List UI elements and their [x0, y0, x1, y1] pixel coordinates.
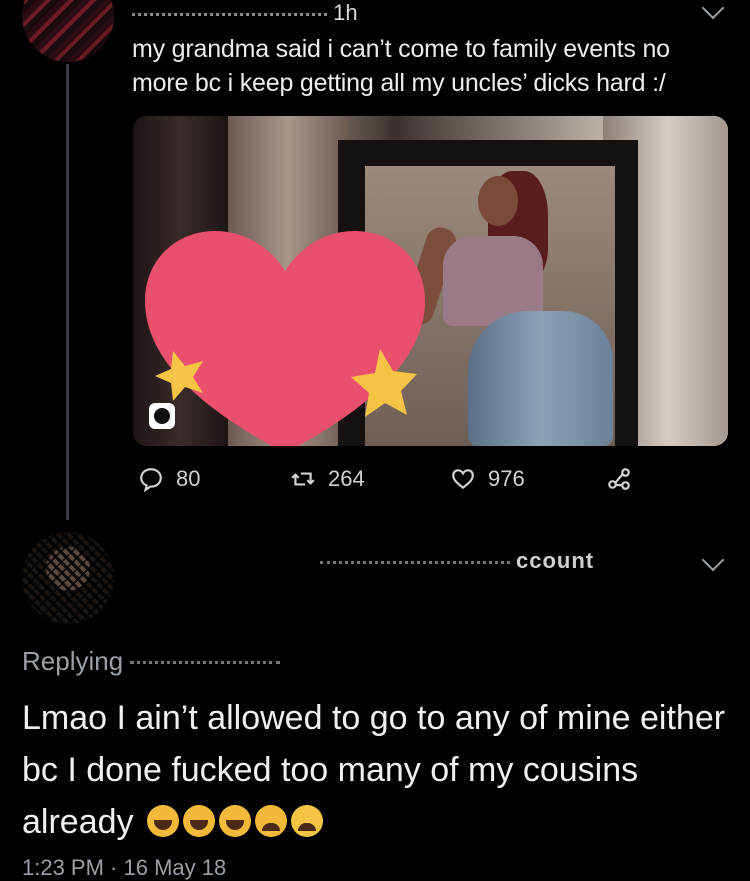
reply-text-body: Lmao I ain’t allowed to go to any of min…: [22, 699, 726, 841]
reply-author-name-visible: ccount: [516, 548, 595, 573]
reply-author-name: ccount: [320, 548, 594, 574]
loudly-crying-emoji-icon: [290, 805, 323, 837]
reply-timestamp[interactable]: 1:23 PM · 16 May 18: [22, 855, 226, 881]
reply-bubble-icon: [140, 468, 162, 492]
reply-text: Lmao I ain’t allowed to go to any of min…: [22, 692, 742, 848]
retweet-count: 264: [328, 466, 365, 491]
photo-person-head: [478, 176, 518, 226]
replying-label: Replying: [22, 646, 124, 676]
reply-action[interactable]: 80: [138, 466, 200, 492]
tweet-text: my grandma said i can’t come to family e…: [132, 32, 732, 100]
reply-author-avatar[interactable]: [22, 532, 114, 624]
laughing-crying-emoji-icon: [218, 805, 251, 837]
replying-to[interactable]: Replying: [22, 646, 281, 677]
redacted-replying-handle: [130, 651, 281, 664]
redacted-author-name: [132, 0, 327, 16]
reply-menu-chevron-icon[interactable]: [701, 548, 725, 572]
photo-person-jeans: [468, 311, 613, 446]
reply-count: 80: [176, 466, 201, 491]
retweet-action[interactable]: 264: [290, 466, 365, 492]
retweet-icon: [291, 472, 315, 486]
redacted-reply-name: [320, 551, 510, 564]
tweet-text-line: more bc i keep getting all my uncles’ di…: [132, 69, 666, 97]
tweet-time: 1h: [333, 0, 358, 25]
like-action[interactable]: 976: [450, 466, 525, 492]
laughing-crying-emoji-icon: [146, 805, 179, 837]
weary-face-emoji-icon: [254, 805, 287, 837]
share-icon: [608, 468, 630, 490]
heart-icon: [452, 469, 474, 490]
author-avatar[interactable]: [22, 0, 114, 62]
laughing-crying-emoji-icon: [182, 805, 215, 837]
thread-line: [66, 64, 69, 520]
tweet-actions: 80 264 976: [0, 466, 750, 496]
tweet-header: 1h: [132, 0, 358, 26]
sticker-smile-icon[interactable]: [149, 403, 175, 429]
tweet-media-photo[interactable]: [133, 116, 728, 446]
like-count: 976: [488, 466, 525, 491]
heart-sticker-icon: [145, 231, 425, 446]
tweet-text-line: my grandma said i can’t come to family e…: [132, 35, 670, 63]
tweet-menu-chevron-icon[interactable]: [701, 0, 725, 20]
share-action[interactable]: [606, 466, 632, 492]
